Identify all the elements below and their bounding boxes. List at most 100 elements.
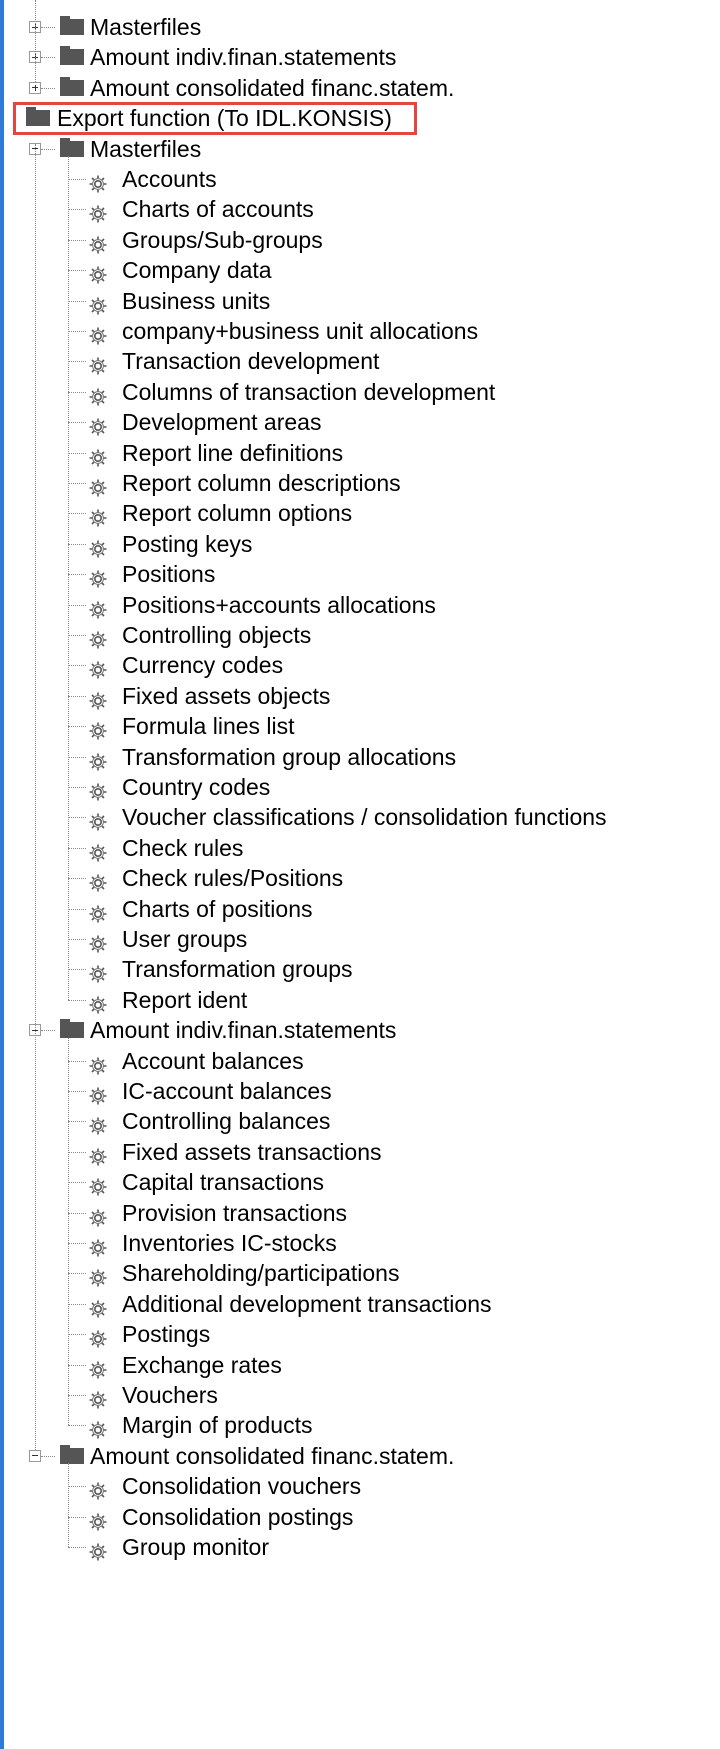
tree-connector-line xyxy=(68,1334,86,1336)
tree-connector-line xyxy=(68,1516,86,1518)
tree-item[interactable]: Positions xyxy=(0,557,720,591)
tree-item[interactable]: Formula lines list xyxy=(0,709,720,743)
tree-item[interactable]: company+business unit allocations xyxy=(0,314,720,348)
tree-item[interactable]: Provision transactions xyxy=(0,1196,720,1230)
tree-group-masterfiles[interactable]: Masterfiles xyxy=(0,132,720,166)
tree-item[interactable]: Report column descriptions xyxy=(0,466,720,500)
tree-item[interactable]: Report line definitions xyxy=(0,436,720,470)
tree-item[interactable]: Check rules/Positions xyxy=(0,861,720,895)
tree-item[interactable]: IC-account balances xyxy=(0,1074,720,1108)
tree-item[interactable]: Transformation group allocations xyxy=(0,740,720,774)
tree-item-label: IC-account balances xyxy=(122,1078,332,1104)
tree-item[interactable]: Controlling balances xyxy=(0,1104,720,1138)
tree-item[interactable]: Voucher classifications / consolidation … xyxy=(0,800,720,834)
tree-item[interactable]: Check rules xyxy=(0,831,720,865)
tree-connector-line xyxy=(68,726,86,728)
gear-icon xyxy=(88,503,108,527)
gear-icon xyxy=(88,929,108,953)
tree-connector-line xyxy=(68,1486,86,1488)
tree-item[interactable]: Inventories IC-stocks xyxy=(0,1226,720,1260)
tree-item-label: Fixed assets objects xyxy=(122,682,331,709)
gear-icon xyxy=(88,655,108,679)
tree-connector-line xyxy=(41,27,55,28)
tree-item-label: Vouchers xyxy=(122,1382,218,1408)
tree-connector-line xyxy=(68,756,86,758)
gear-icon xyxy=(88,412,108,436)
tree-connector-line xyxy=(68,1151,86,1153)
gear-icon xyxy=(88,1415,108,1439)
tree-item[interactable]: Charts of accounts xyxy=(0,192,720,226)
tree-item[interactable]: Fixed assets transactions xyxy=(0,1135,720,1169)
tree-node-amount-indiv-finan-statements[interactable]: Amount indiv.finan.statements xyxy=(0,40,720,74)
tree-connector-line xyxy=(68,209,86,211)
tree-connector-line xyxy=(68,1547,86,1548)
gear-icon xyxy=(88,990,108,1014)
tree-item[interactable]: Report column options xyxy=(0,496,720,530)
tree-item[interactable]: Transformation groups xyxy=(0,952,720,986)
tree-node-masterfiles[interactable]: Masterfiles xyxy=(0,10,720,44)
highlight-box xyxy=(13,102,417,135)
gear-icon xyxy=(88,1385,108,1409)
tree-item-label: Report line definitions xyxy=(122,439,344,466)
tree-item[interactable]: Groups/Sub-groups xyxy=(0,223,720,257)
tree-item[interactable]: Columns of transaction development xyxy=(0,375,720,409)
tree-item[interactable]: Company data xyxy=(0,253,720,287)
tree-item[interactable]: User groups xyxy=(0,922,720,956)
tree-item[interactable]: Currency codes xyxy=(0,648,720,682)
tree-connector-line xyxy=(68,422,86,424)
tree-connector-line xyxy=(68,999,86,1001)
tree-item[interactable]: Charts of positions xyxy=(0,892,720,926)
gear-icon xyxy=(88,199,108,223)
tree-group-label: Amount consolidated financ.statem. xyxy=(90,1442,455,1469)
gear-icon xyxy=(88,1355,108,1379)
gear-icon xyxy=(88,534,108,558)
tree-item-label: Account balances xyxy=(122,1047,304,1074)
tree-connector-line xyxy=(68,391,86,393)
gear-icon xyxy=(88,899,108,923)
tree-item[interactable]: Exchange rates xyxy=(0,1348,720,1382)
tree-node-amount-consolidated-financ-statem-[interactable]: Amount consolidated financ.statem. xyxy=(0,71,720,105)
tree-item-label: Charts of accounts xyxy=(122,196,314,223)
tree-item[interactable]: Posting keys xyxy=(0,527,720,561)
tree-item[interactable]: Accounts xyxy=(0,162,720,196)
tree-item[interactable]: Fixed assets objects xyxy=(0,679,720,713)
tree-item[interactable]: Consolidation postings xyxy=(0,1500,720,1534)
tree-connector-line xyxy=(68,847,86,849)
tree-item-label: Report ident xyxy=(122,986,248,1013)
tree-item[interactable]: Group monitor xyxy=(0,1530,720,1564)
tree-item-label: Transformation groups xyxy=(122,956,353,983)
tree-item-label: Positions+accounts allocations xyxy=(122,591,436,618)
tree-connector-line xyxy=(41,87,55,89)
tree-item[interactable]: Controlling objects xyxy=(0,618,720,652)
tree-connector-line xyxy=(68,483,86,484)
tree-item[interactable]: Report ident xyxy=(0,983,720,1017)
tree-group-amount-indiv-finan-statements[interactable]: Amount indiv.finan.statements xyxy=(0,1013,720,1047)
tree-item[interactable]: Transaction development xyxy=(0,344,720,378)
tree-item[interactable]: Additional development transactions xyxy=(0,1287,720,1321)
expand-plus-icon[interactable] xyxy=(29,81,41,94)
tree-item-label: Exchange rates xyxy=(122,1351,282,1378)
tree-item[interactable]: Margin of products xyxy=(0,1408,720,1442)
gear-icon xyxy=(88,1294,108,1318)
tree-item[interactable]: Development areas xyxy=(0,405,720,439)
tree-item[interactable]: Account balances xyxy=(0,1044,720,1078)
collapse-minus-icon[interactable] xyxy=(29,1449,41,1462)
tree-item[interactable]: Shareholding/participations xyxy=(0,1256,720,1290)
tree-item[interactable]: Vouchers xyxy=(0,1378,720,1412)
tree-item[interactable]: Positions+accounts allocations xyxy=(0,588,720,622)
folder-icon xyxy=(60,16,84,35)
tree-item[interactable]: Postings xyxy=(0,1317,720,1351)
tree-item[interactable]: Capital transactions xyxy=(0,1165,720,1199)
tree-connector-line xyxy=(35,0,36,82)
tree-connector-line xyxy=(68,1243,86,1244)
tree-item[interactable]: Consolidation vouchers xyxy=(0,1469,720,1503)
tree-item-label: Margin of products xyxy=(122,1412,313,1439)
tree-group-amount-consolidated-financ-statem-[interactable]: Amount consolidated financ.statem. xyxy=(0,1439,720,1473)
gear-icon xyxy=(88,838,108,862)
tree-group-label: Masterfiles xyxy=(90,135,202,162)
tree-connector-line xyxy=(41,1455,55,1457)
tree-item[interactable]: Country codes xyxy=(0,770,720,804)
gear-icon xyxy=(88,473,108,497)
tree-item[interactable]: Business units xyxy=(0,284,720,318)
tree-item-label: Transformation group allocations xyxy=(122,743,457,770)
